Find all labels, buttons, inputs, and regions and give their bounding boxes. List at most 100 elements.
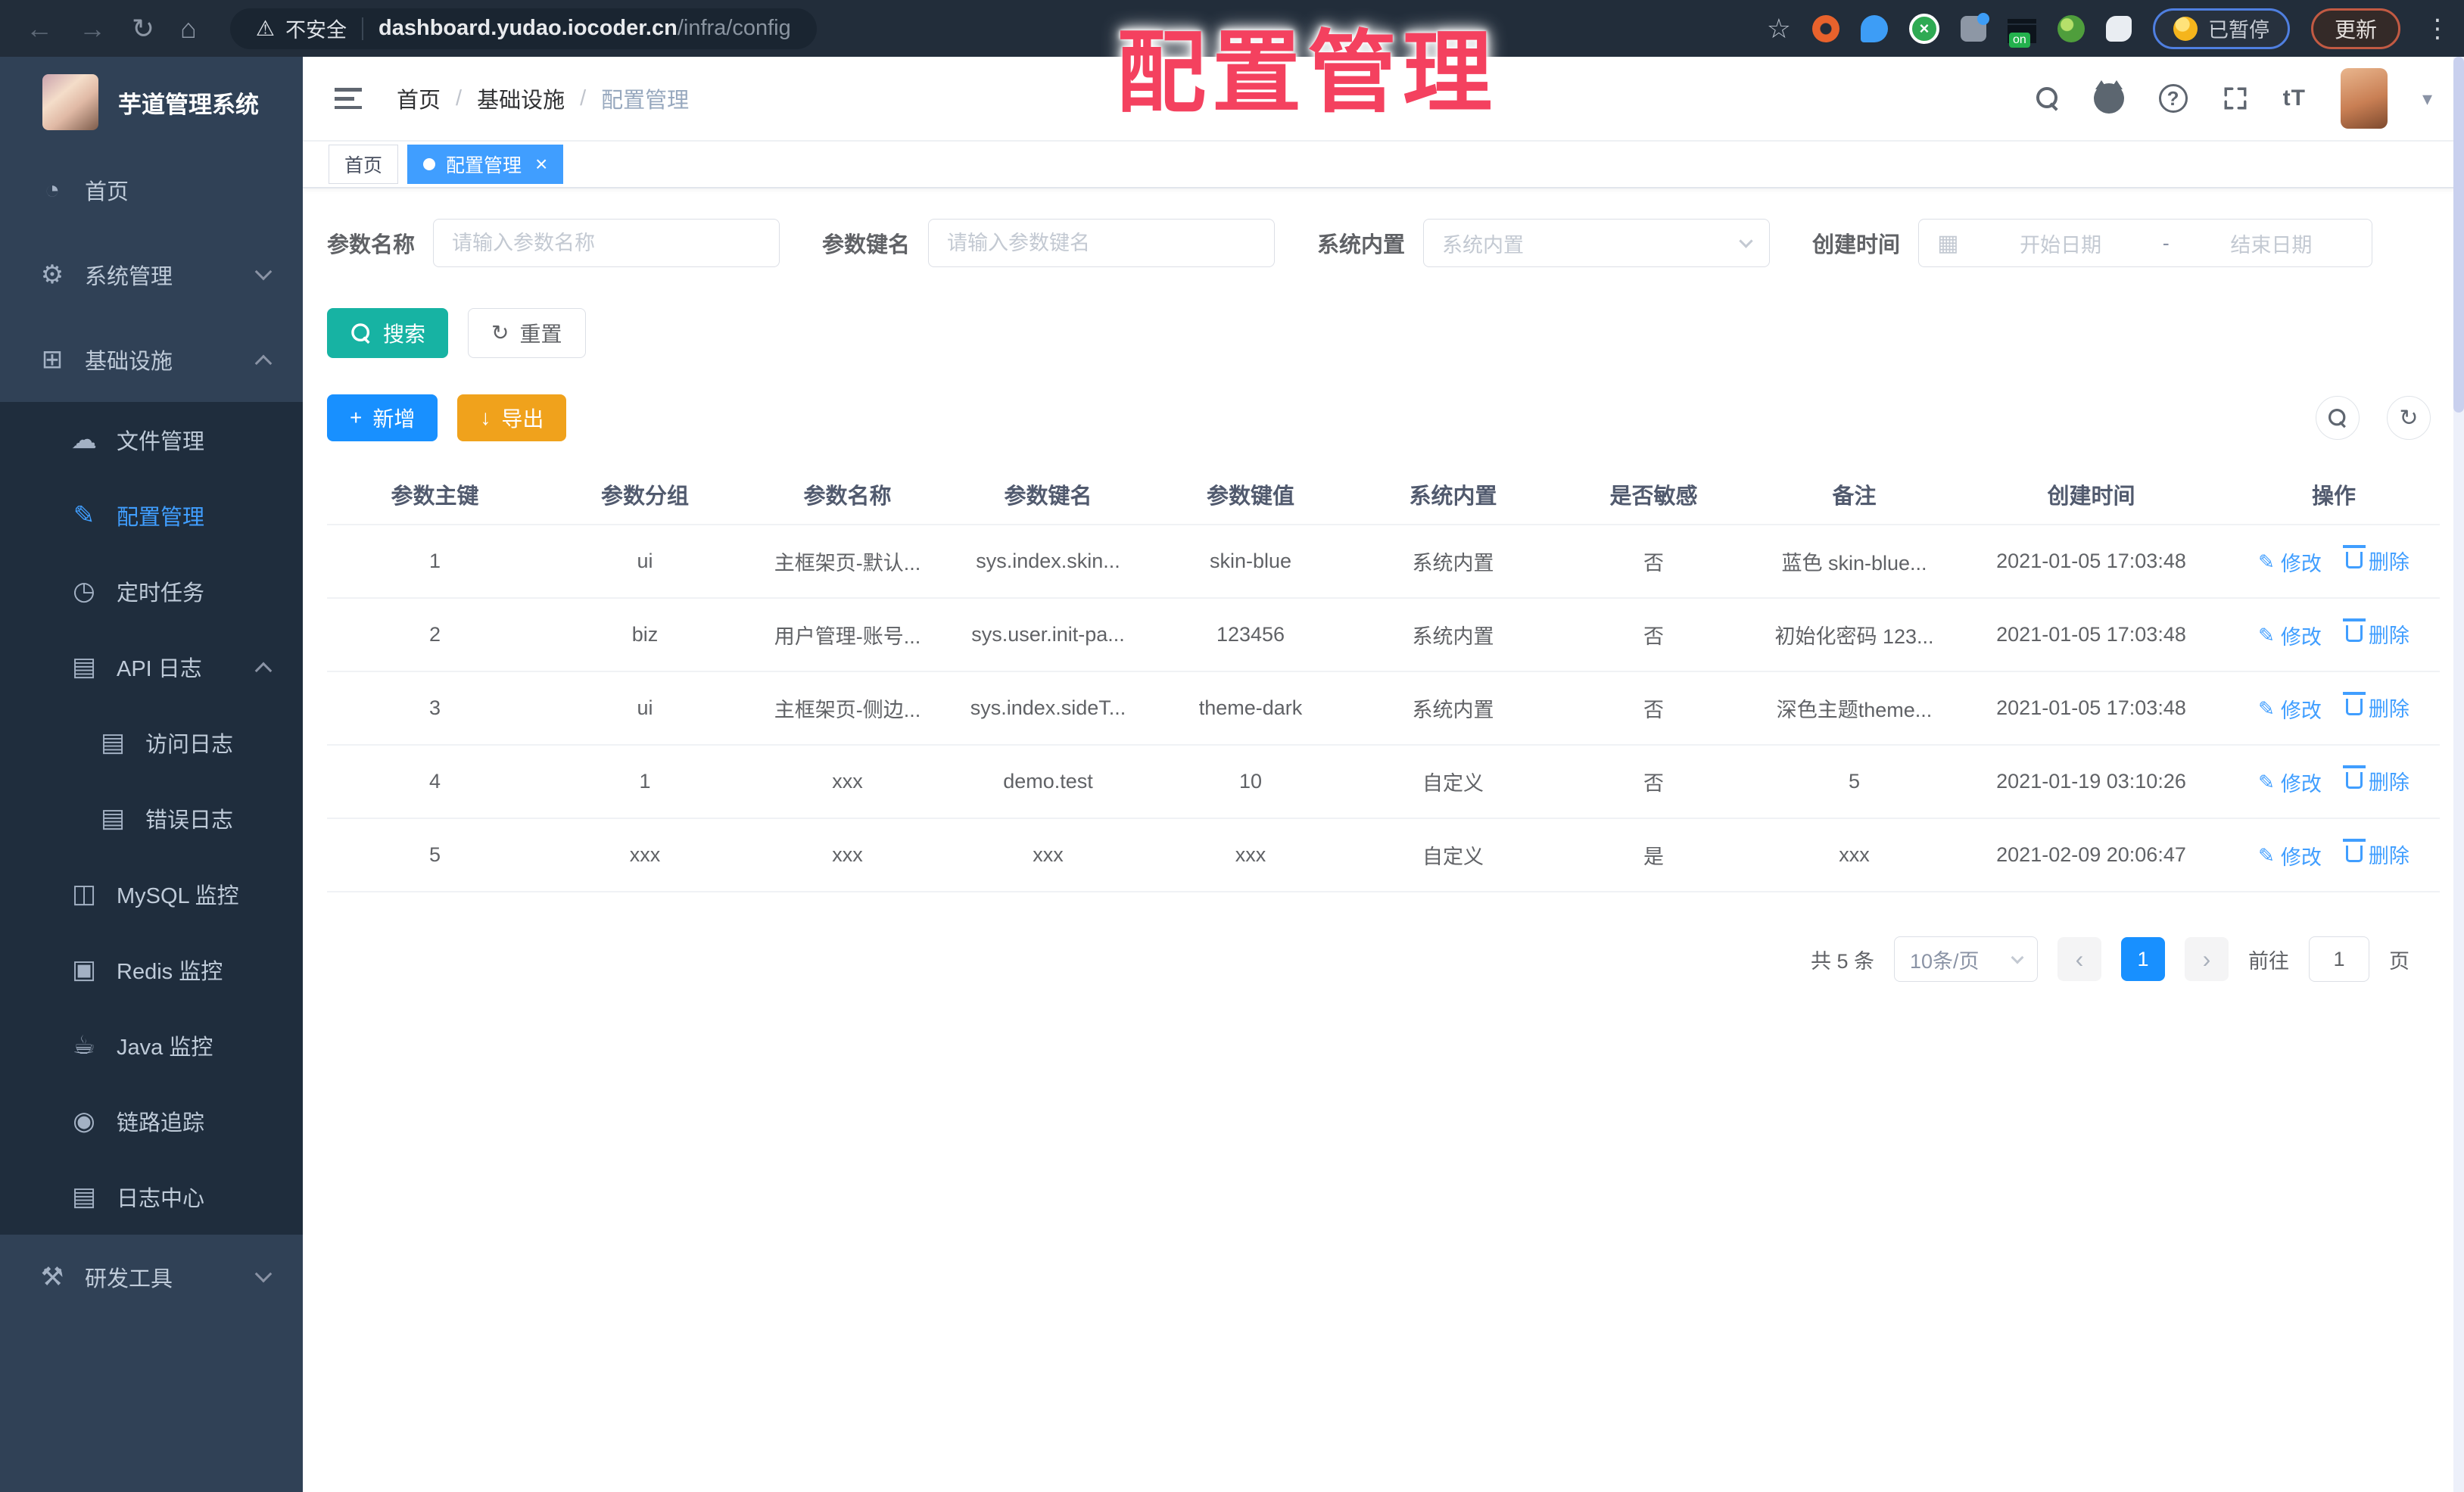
breadcrumb: 首页 / 基础设施 / 配置管理 xyxy=(397,83,689,114)
user-avatar[interactable] xyxy=(2340,68,2388,129)
sidebar-item-mysql-monitor[interactable]: ◫ MySQL 监控 xyxy=(0,856,303,932)
sidebar-item-tracing[interactable]: ◉ 链路追踪 xyxy=(0,1083,303,1159)
reload-icon[interactable]: ↻ xyxy=(132,13,154,45)
extension-pin-icon[interactable] xyxy=(1860,14,1888,42)
home-icon[interactable]: ⌂ xyxy=(180,13,197,45)
edit-link[interactable]: ✎ 修改 xyxy=(2258,621,2322,650)
help-icon[interactable]: ? xyxy=(2158,84,2188,113)
extension-check-icon[interactable]: × xyxy=(1908,13,1939,44)
toolbar-right-icons: ↻ xyxy=(2316,396,2440,440)
refresh-table-button[interactable]: ↻ xyxy=(2387,396,2431,440)
cell-group: biz xyxy=(543,598,747,672)
font-size-icon[interactable]: tT xyxy=(2283,86,2306,111)
sidebar-item-log-center[interactable]: ▤ 日志中心 xyxy=(0,1159,303,1235)
delete-link[interactable]: 删除 xyxy=(2342,545,2409,575)
page-unit-label: 页 xyxy=(2389,949,2409,973)
gear-icon: ⚙ xyxy=(40,260,64,289)
url-bar[interactable]: ⚠ 不安全 dashboard.yudao.iocoder.cn /infra/… xyxy=(229,8,817,49)
edit-icon: ✎ xyxy=(2258,771,2275,794)
reset-button[interactable]: ↻ 重置 xyxy=(468,308,586,358)
cell-remark: 5 xyxy=(1754,745,1955,819)
date-range-picker[interactable]: ▦ 开始日期 - 结束日期 xyxy=(1918,219,2373,267)
delete-link[interactable]: 删除 xyxy=(2342,765,2409,796)
sidebar-item-java-monitor[interactable]: ☕ Java 监控 xyxy=(0,1008,303,1083)
export-button[interactable]: ↓ 导出 xyxy=(457,394,567,441)
tag-config-management[interactable]: 配置管理 × xyxy=(407,145,564,184)
extension-orange-icon[interactable] xyxy=(1811,14,1839,42)
github-icon[interactable] xyxy=(2093,80,2124,114)
add-button-label: 新增 xyxy=(372,407,416,431)
extension-grid-icon[interactable] xyxy=(1960,12,1989,42)
sidebar-item-access-logs[interactable]: ▤ 访问日志 xyxy=(0,705,303,780)
fullscreen-icon[interactable] xyxy=(2223,86,2248,111)
trash-icon xyxy=(2342,765,2366,790)
tag-home[interactable]: 首页 xyxy=(329,145,399,184)
delete-link[interactable]: 删除 xyxy=(2342,692,2409,722)
table-header-row: 参数主键 参数分组 参数名称 参数键名 参数键值 系统内置 是否敏感 备注 创建… xyxy=(327,464,2440,525)
next-page-button[interactable]: › xyxy=(2185,937,2229,981)
hamburger-icon[interactable] xyxy=(335,88,362,109)
back-icon[interactable]: ← xyxy=(26,13,53,45)
app-title: 芋道管理系统 xyxy=(118,91,259,118)
update-button[interactable]: 更新 xyxy=(2310,8,2400,49)
goto-page-input[interactable] xyxy=(2309,936,2369,982)
sidebar-item-infra[interactable]: ⊞ 基础设施 xyxy=(0,317,303,402)
sidebar-item-label: Java 监控 xyxy=(117,1036,213,1060)
trash-icon xyxy=(2342,545,2366,569)
cell-name: 主框架页-默认... xyxy=(747,525,948,599)
cell-key: xxx xyxy=(948,818,1148,892)
sidebar-item-label: 定时任务 xyxy=(117,581,205,606)
edit-link[interactable]: ✎ 修改 xyxy=(2258,768,2322,797)
delete-link[interactable]: 删除 xyxy=(2342,618,2409,649)
caret-down-icon[interactable]: ▾ xyxy=(2422,87,2432,111)
param-name-input[interactable] xyxy=(433,219,780,267)
sidebar-item-error-logs[interactable]: ▤ 错误日志 xyxy=(0,780,303,856)
prev-page-button[interactable]: ‹ xyxy=(2057,937,2101,981)
sidebar-item-redis-monitor[interactable]: ▣ Redis 监控 xyxy=(0,932,303,1008)
current-page-button[interactable]: 1 xyxy=(2121,937,2165,981)
param-key-input[interactable] xyxy=(928,219,1276,267)
dashboard-icon: ◔ xyxy=(44,175,61,204)
extension-on-icon[interactable] xyxy=(2007,14,2036,48)
log-icon: ▤ xyxy=(100,728,126,757)
sidebar-item-system[interactable]: ⚙ 系统管理 xyxy=(0,232,303,317)
delete-link[interactable]: 删除 xyxy=(2342,839,2409,869)
cell-id: 4 xyxy=(327,745,543,819)
search-button[interactable]: 搜索 xyxy=(327,308,449,358)
sidebar-item-file-management[interactable]: ☁ 文件管理 xyxy=(0,402,303,478)
start-date-placeholder[interactable]: 开始日期 xyxy=(1978,229,2142,258)
extension-leaf-icon[interactable] xyxy=(2057,14,2085,42)
breadcrumb-home[interactable]: 首页 xyxy=(397,83,441,114)
add-button[interactable]: + 新增 xyxy=(327,394,438,441)
monitor-icon: ⊞ xyxy=(41,345,64,374)
page-size-select[interactable]: 10条/页 xyxy=(1894,936,2038,982)
chevron-down-icon xyxy=(254,1265,273,1283)
chevron-up-icon xyxy=(254,354,273,372)
end-date-placeholder[interactable]: 结束日期 xyxy=(2189,229,2353,258)
sidebar-item-home[interactable]: ◔ 首页 xyxy=(0,148,303,232)
total-count: 共 5 条 xyxy=(1810,949,1874,973)
table-row: 4 1 xxx demo.test 10 自定义 否 5 2021-01-19 … xyxy=(327,745,2440,819)
browser-menu-icon[interactable]: ⋮ xyxy=(2425,14,2450,44)
config-table: 参数主键 参数分组 参数名称 参数键名 参数键值 系统内置 是否敏感 备注 创建… xyxy=(327,464,2440,892)
toggle-search-button[interactable] xyxy=(2316,396,2360,440)
breadcrumb-section[interactable]: 基础设施 xyxy=(477,83,565,114)
profile-paused-pill[interactable]: 已暂停 xyxy=(2152,8,2290,49)
browser-scrollbar[interactable] xyxy=(2453,57,2464,1492)
filter-form: 参数名称 参数键名 系统内置 系统内置 创建时间 ▦ 开始日期 - xyxy=(327,219,2440,267)
forward-icon[interactable]: → xyxy=(79,13,106,45)
sidebar-item-api-logs[interactable]: ▤ API 日志 xyxy=(0,629,303,705)
system-type-select[interactable]: 系统内置 xyxy=(1423,219,1771,267)
extensions-puzzle-icon[interactable] xyxy=(2105,15,2132,42)
scrollbar-thumb[interactable] xyxy=(2453,57,2464,413)
edit-link[interactable]: ✎ 修改 xyxy=(2258,547,2322,577)
close-icon[interactable]: × xyxy=(535,154,547,175)
sidebar-item-dev-tools[interactable]: ⚒ 研发工具 xyxy=(0,1235,303,1319)
bookmark-star-icon[interactable]: ☆ xyxy=(1767,13,1791,45)
sidebar-logo-row[interactable]: 芋道管理系统 xyxy=(0,57,303,148)
sidebar-item-config-management[interactable]: ✎ 配置管理 xyxy=(0,478,303,553)
edit-link[interactable]: ✎ 修改 xyxy=(2258,694,2322,724)
sidebar-item-scheduled-tasks[interactable]: ◷ 定时任务 xyxy=(0,553,303,629)
edit-link[interactable]: ✎ 修改 xyxy=(2258,841,2322,871)
search-icon[interactable] xyxy=(2036,87,2059,110)
